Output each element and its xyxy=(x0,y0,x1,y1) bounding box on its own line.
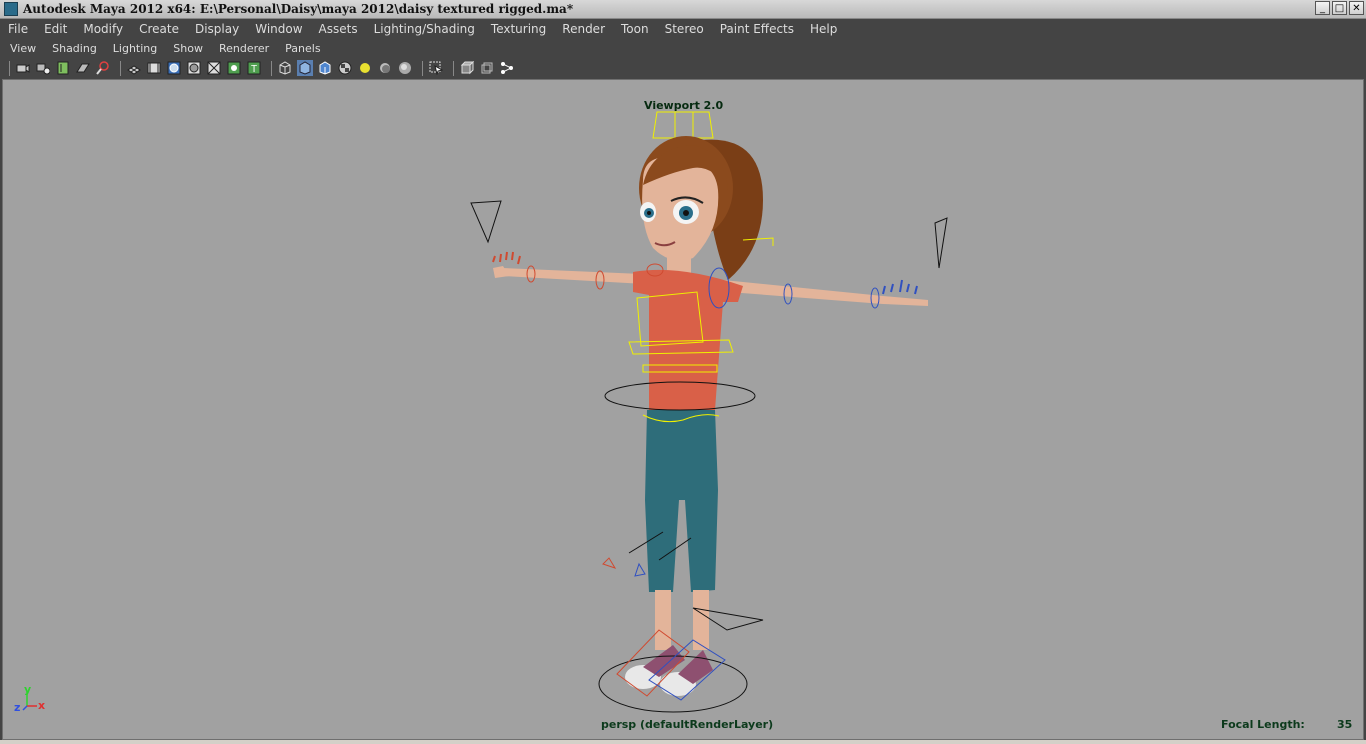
toolbar-separator xyxy=(271,60,272,76)
pants xyxy=(645,410,718,592)
panel-menu-panels[interactable]: Panels xyxy=(277,42,328,55)
image-plane-icon[interactable] xyxy=(75,60,91,76)
menu-file[interactable]: File xyxy=(0,19,36,39)
toolbar-separator xyxy=(120,60,121,76)
minimize-button[interactable]: _ xyxy=(1315,1,1330,15)
menu-lighting-shading[interactable]: Lighting/Shading xyxy=(366,19,483,39)
menu-toon[interactable]: Toon xyxy=(613,19,657,39)
panel-menu-shading[interactable]: Shading xyxy=(44,42,105,55)
select-camera-icon[interactable] xyxy=(15,60,31,76)
wireframe-icon[interactable] xyxy=(277,60,293,76)
film-gate-icon[interactable] xyxy=(146,60,162,76)
isolate-select-icon[interactable] xyxy=(428,60,444,76)
focal-length-value: 35 xyxy=(1337,718,1353,731)
ambient-occlusion-icon[interactable] xyxy=(397,60,413,76)
menu-modify[interactable]: Modify xyxy=(75,19,131,39)
toolbar-separator xyxy=(453,60,454,76)
gate-mask-icon[interactable] xyxy=(186,60,202,76)
xray-icon[interactable] xyxy=(459,60,475,76)
panel-menu-bar: View Shading Lighting Show Renderer Pane… xyxy=(0,39,1366,58)
maya-app-icon xyxy=(4,2,18,16)
field-chart-icon[interactable] xyxy=(206,60,222,76)
panel-menu-show[interactable]: Show xyxy=(165,42,211,55)
close-button[interactable]: ✕ xyxy=(1349,1,1364,15)
title-bar: Autodesk Maya 2012 x64: E:\Personal\Dais… xyxy=(0,0,1366,19)
axis-x-label: x xyxy=(38,699,46,712)
renderer-label: Viewport 2.0 xyxy=(644,99,724,112)
axis-z-label: z xyxy=(14,701,21,714)
camera-attributes-icon[interactable] xyxy=(35,60,51,76)
window-title: Autodesk Maya 2012 x64: E:\Personal\Dais… xyxy=(23,2,574,16)
menu-window[interactable]: Window xyxy=(247,19,310,39)
pan-zoom-icon[interactable] xyxy=(95,60,111,76)
persp-viewport[interactable]: Viewport 2.0 persp (defaultRenderLayer) … xyxy=(2,79,1364,740)
right-knee-locator[interactable] xyxy=(634,562,646,577)
main-menu-bar: File Edit Modify Create Display Window A… xyxy=(0,19,1366,39)
safe-title-icon[interactable]: T xyxy=(246,60,262,76)
camera-locator-right[interactable] xyxy=(934,217,948,269)
focal-length-label: Focal Length: xyxy=(1221,718,1305,731)
bottom-strip xyxy=(0,740,1366,744)
menu-help[interactable]: Help xyxy=(802,19,845,39)
menu-assets[interactable]: Assets xyxy=(311,19,366,39)
shadows-icon[interactable] xyxy=(377,60,393,76)
use-all-lights-icon[interactable] xyxy=(357,60,373,76)
menu-render[interactable]: Render xyxy=(554,19,613,39)
bookmarks-icon[interactable] xyxy=(55,60,71,76)
smooth-shade-icon[interactable] xyxy=(297,60,313,76)
grid-icon[interactable] xyxy=(126,60,142,76)
svg-text:T: T xyxy=(251,64,257,75)
left-arm xyxy=(503,268,645,284)
menu-display[interactable]: Display xyxy=(187,19,247,39)
window-controls: _ □ ✕ xyxy=(1315,1,1364,15)
high-quality-icon[interactable] xyxy=(499,60,515,76)
menu-create[interactable]: Create xyxy=(131,19,187,39)
menu-texturing[interactable]: Texturing xyxy=(483,19,554,39)
menu-stereo[interactable]: Stereo xyxy=(657,19,712,39)
toolbar-separator xyxy=(422,60,423,76)
camera-locator-left[interactable] xyxy=(470,200,502,244)
menu-paint-effects[interactable]: Paint Effects xyxy=(712,19,802,39)
textured-icon[interactable] xyxy=(337,60,353,76)
panel-menu-renderer[interactable]: Renderer xyxy=(211,42,277,55)
menu-edit[interactable]: Edit xyxy=(36,19,75,39)
panel-menu-lighting[interactable]: Lighting xyxy=(105,42,165,55)
camera-label: persp (defaultRenderLayer) xyxy=(601,718,774,731)
panel-menu-view[interactable]: View xyxy=(2,42,44,55)
panel-toolbar: T xyxy=(0,58,1366,78)
maximize-button[interactable]: □ xyxy=(1332,1,1347,15)
left-knee-locator[interactable] xyxy=(602,557,617,569)
axis-y-label: y xyxy=(24,683,32,696)
resolution-gate-icon[interactable] xyxy=(166,60,182,76)
toolbar-separator xyxy=(9,60,10,76)
wireframe-on-shaded-icon[interactable] xyxy=(317,60,333,76)
safe-action-icon[interactable] xyxy=(226,60,242,76)
xray-joints-icon[interactable] xyxy=(479,60,495,76)
head-control[interactable] xyxy=(652,111,714,139)
axis-z-line xyxy=(22,705,28,711)
scene-canvas[interactable] xyxy=(3,80,1363,739)
